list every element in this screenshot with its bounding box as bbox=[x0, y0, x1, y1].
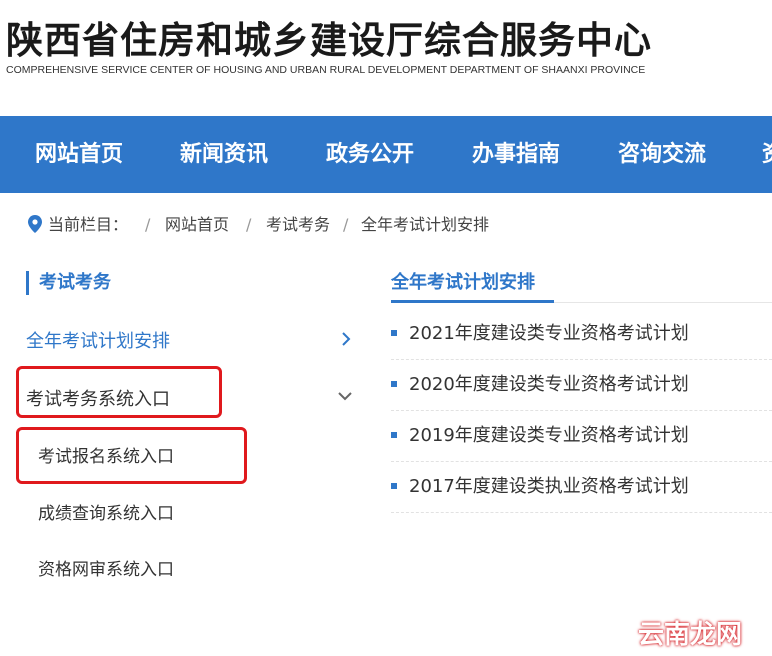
breadcrumb-separator: / bbox=[145, 215, 151, 234]
content-title: 全年考试计划安排 bbox=[391, 272, 535, 293]
list-item[interactable]: 2021年度建设类专业资格考试计划 bbox=[391, 308, 772, 360]
site-subtitle: COMPREHENSIVE SERVICE CENTER OF HOUSING … bbox=[6, 64, 646, 76]
nav-item-news[interactable]: 新闻资讯 bbox=[180, 116, 268, 193]
list-item[interactable]: 2020年度建设类专业资格考试计划 bbox=[391, 359, 772, 411]
main-nav: 网站首页 新闻资讯 政务公开 办事指南 咨询交流 资 bbox=[0, 116, 772, 193]
content-title-underline bbox=[391, 300, 554, 303]
list-item-link[interactable]: 2017年度建设类执业资格考试计划 bbox=[409, 461, 689, 512]
breadcrumb-item-current: 全年考试计划安排 bbox=[361, 215, 490, 234]
sidebar-subitem-qualification-review[interactable]: 资格网审系统入口 bbox=[38, 555, 174, 580]
list-item[interactable]: 2019年度建设类专业资格考试计划 bbox=[391, 410, 772, 462]
breadcrumb-separator: / bbox=[246, 215, 252, 234]
breadcrumb-item-exams[interactable]: 考试考务 bbox=[266, 213, 330, 237]
list-item-link[interactable]: 2019年度建设类专业资格考试计划 bbox=[409, 410, 689, 461]
bullet-icon bbox=[391, 330, 397, 336]
list-item[interactable]: 2017年度建设类执业资格考试计划 bbox=[391, 461, 772, 513]
bullet-icon bbox=[391, 432, 397, 438]
sidebar-title: 考试考务 bbox=[26, 271, 111, 295]
breadcrumb-label: 当前栏目： bbox=[48, 215, 129, 234]
breadcrumb-separator: / bbox=[343, 215, 349, 234]
highlight-box bbox=[16, 427, 247, 484]
breadcrumb-item-home[interactable]: 网站首页 bbox=[165, 213, 229, 237]
list-item-link[interactable]: 2021年度建设类专业资格考试计划 bbox=[409, 308, 689, 359]
nav-item-affairs[interactable]: 政务公开 bbox=[326, 116, 414, 193]
chevron-right-icon[interactable] bbox=[338, 331, 354, 347]
nav-item-consult[interactable]: 咨询交流 bbox=[618, 116, 706, 193]
sidebar-item-exam-plan[interactable]: 全年考试计划安排 bbox=[26, 327, 170, 353]
highlight-box bbox=[16, 366, 222, 418]
list-item-link[interactable]: 2020年度建设类专业资格考试计划 bbox=[409, 359, 689, 410]
site-header: 陕西省住房和城乡建设厅综合服务中心 COMPREHENSIVE SERVICE … bbox=[0, 0, 772, 116]
nav-item-more[interactable]: 资 bbox=[762, 116, 772, 193]
nav-item-home[interactable]: 网站首页 bbox=[35, 116, 123, 193]
sidebar-subitem-score-query[interactable]: 成绩查询系统入口 bbox=[38, 499, 174, 524]
bullet-icon bbox=[391, 483, 397, 489]
location-pin-icon bbox=[28, 215, 42, 233]
site-title[interactable]: 陕西省住房和城乡建设厅综合服务中心 bbox=[6, 10, 652, 64]
chevron-down-icon[interactable] bbox=[337, 388, 353, 404]
bullet-icon bbox=[391, 381, 397, 387]
nav-item-guide[interactable]: 办事指南 bbox=[472, 116, 560, 193]
watermark: 云南龙网 bbox=[638, 620, 743, 650]
